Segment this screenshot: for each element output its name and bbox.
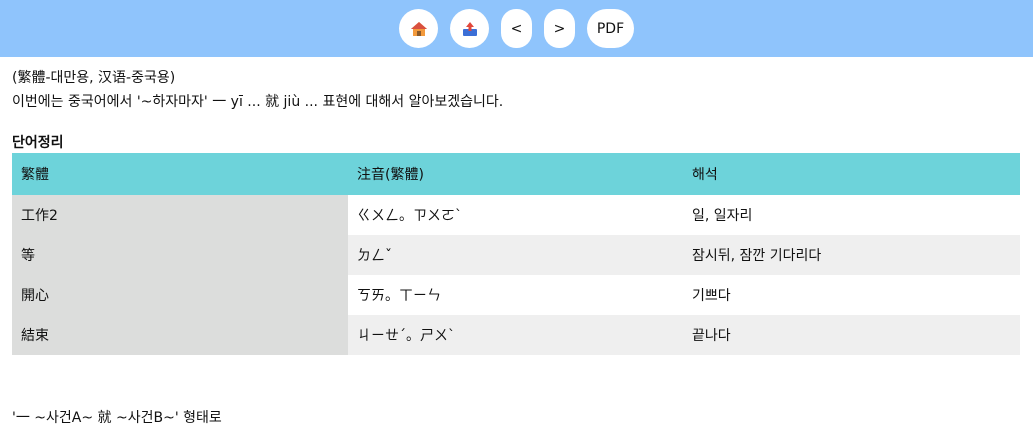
cell-meaning: 잠시뒤, 잠깐 기다리다 bbox=[683, 235, 1020, 275]
cell-meaning: 일, 일자리 bbox=[683, 195, 1020, 235]
table-row: 等 ㄉㄥˇ 잠시뒤, 잠깐 기다리다 bbox=[12, 235, 1020, 275]
toolbar: < > PDF bbox=[0, 0, 1033, 57]
home-button[interactable] bbox=[399, 9, 438, 48]
intro-line-1: (繁體-대만용, 汉语-중국용) bbox=[12, 70, 176, 86]
cell-meaning: 끝나다 bbox=[683, 315, 1020, 355]
pdf-button[interactable]: PDF bbox=[587, 9, 634, 48]
cell-traditional: 開心 bbox=[12, 275, 348, 315]
vocab-table: 繁體 注音(繁體) 해석 工作2 ㄍㄨㄥ。ㄗㄨㄛˋ 일, 일자리 等 ㄉㄥˇ 잠… bbox=[12, 153, 1020, 355]
upload-inbox-icon bbox=[462, 21, 477, 36]
header-zhuyin: 注音(繁體) bbox=[348, 153, 683, 195]
cell-zhuyin: ㄉㄥˇ bbox=[348, 235, 683, 275]
cell-traditional: 工作2 bbox=[12, 195, 348, 235]
cell-zhuyin: ㄎㄞ。ㄒㄧㄣ bbox=[348, 275, 683, 315]
table-row: 工作2 ㄍㄨㄥ。ㄗㄨㄛˋ 일, 일자리 bbox=[12, 195, 1020, 235]
intro-line-2: 이번에는 중국어에서 '~하자마자' 一 yī ... 就 jiù ... 표현… bbox=[12, 94, 504, 110]
article-content: (繁體-대만용, 汉语-중국용) 이번에는 중국어에서 '~하자마자' 一 yī… bbox=[12, 66, 1020, 355]
upload-button[interactable] bbox=[450, 9, 489, 48]
table-row: 開心 ㄎㄞ。ㄒㄧㄣ 기쁘다 bbox=[12, 275, 1020, 315]
header-meaning: 해석 bbox=[683, 153, 1020, 195]
cell-zhuyin: ㄍㄨㄥ。ㄗㄨㄛˋ bbox=[348, 195, 683, 235]
header-traditional: 繁體 bbox=[12, 153, 348, 195]
home-icon bbox=[410, 21, 427, 36]
cell-traditional: 結束 bbox=[12, 315, 348, 355]
table-row: 結束 ㄐㄧㄝˊ。ㄕㄨˋ 끝나다 bbox=[12, 315, 1020, 355]
vocab-header-row: 繁體 注音(繁體) 해석 bbox=[12, 153, 1020, 195]
prev-button[interactable]: < bbox=[501, 9, 532, 48]
cell-zhuyin: ㄐㄧㄝˊ。ㄕㄨˋ bbox=[348, 315, 683, 355]
cell-meaning: 기쁘다 bbox=[683, 275, 1020, 315]
next-button[interactable]: > bbox=[544, 9, 575, 48]
vocab-title: 단어정리 bbox=[12, 135, 64, 151]
cell-traditional: 等 bbox=[12, 235, 348, 275]
pattern-line: '一 ~사건A~ 就 ~사건B~' 형태로 bbox=[12, 410, 222, 426]
